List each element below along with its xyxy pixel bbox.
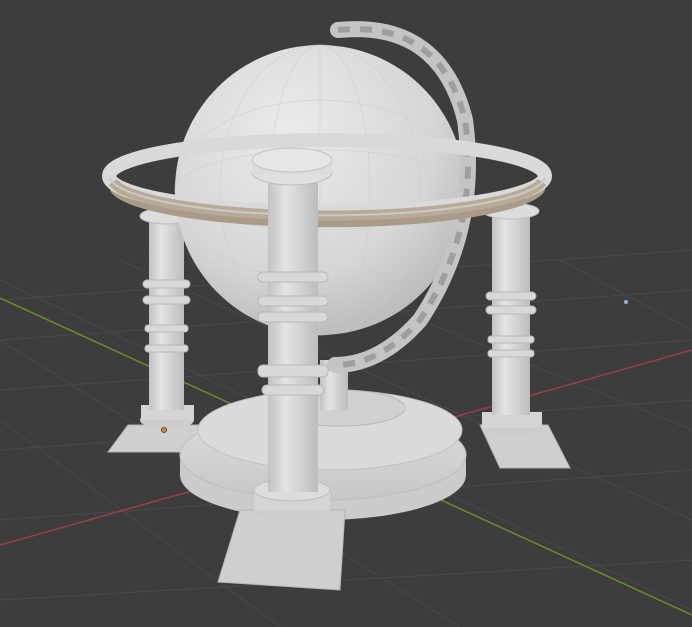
origin-point-icon[interactable]	[161, 427, 167, 433]
pillar-back-right	[482, 202, 542, 437]
light-gizmo-icon[interactable]	[624, 300, 628, 304]
3d-viewport[interactable]	[0, 0, 692, 627]
globe-gazebo-model[interactable]	[102, 21, 571, 591]
globe-sphere	[174, 44, 466, 336]
pillar-base-front	[217, 509, 346, 591]
